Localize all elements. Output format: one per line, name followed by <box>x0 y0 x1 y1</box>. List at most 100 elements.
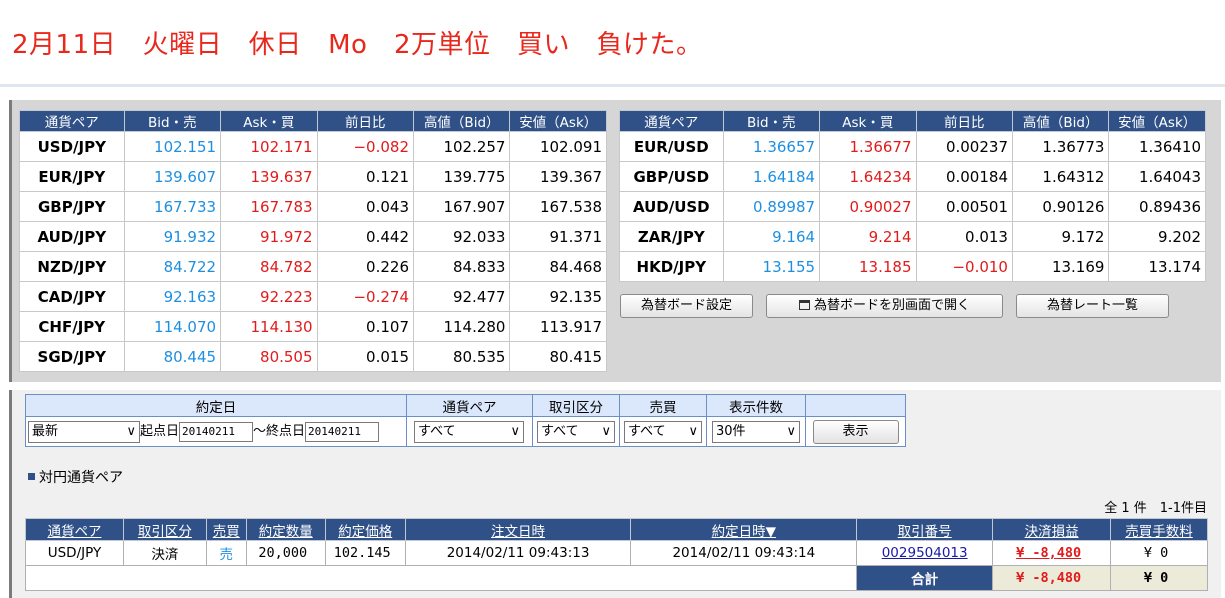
high-rate: 1.36773 <box>1011 131 1110 162</box>
rate-row-eur-usd[interactable]: EUR/USD 1.36657 1.36677 0.00237 1.36773 1.364… <box>619 131 1206 162</box>
low-rate: 13.174 <box>1108 251 1206 282</box>
bid-rate: 92.163 <box>123 281 222 312</box>
end-date-input[interactable]: 20140211 <box>305 421 380 442</box>
rate-row-gbp-usd[interactable]: GBP/USD 1.64184 1.64234 0.00184 1.64312 1.640… <box>619 161 1206 192</box>
rate-row-nzd-jpy[interactable]: NZD/JPY 84.722 84.782 0.226 84.833 84.468 <box>19 251 607 282</box>
high-rate: 84.833 <box>412 251 511 282</box>
rate-row-zar-jpy[interactable]: ZAR/JPY 9.164 9.214 0.013 9.172 9.202 <box>619 221 1206 252</box>
rate-row-aud-usd[interactable]: AUD/USD 0.89987 0.90027 0.00501 0.90126 0.894… <box>619 191 1206 222</box>
high-rate: 114.280 <box>412 311 511 342</box>
sort-by-pair[interactable]: 通貨ペア <box>25 518 124 541</box>
filter-header-count: 表示件数 <box>706 394 806 417</box>
header-high: 高値（Bid） <box>1011 110 1110 132</box>
low-rate: 92.135 <box>509 281 607 312</box>
high-rate: 1.64312 <box>1011 161 1110 192</box>
bid-rate: 139.607 <box>123 161 222 192</box>
day-change: 0.00184 <box>915 161 1013 192</box>
day-change: 0.013 <box>915 221 1013 252</box>
sort-by-exec-time[interactable]: 約定日時▼ <box>630 518 858 541</box>
trade-number-link[interactable]: 0029504013 <box>882 545 968 561</box>
window-icon <box>798 300 810 310</box>
rate-row-aud-jpy[interactable]: AUD/JPY 91.932 91.972 0.442 92.033 91.371 <box>19 221 607 252</box>
currency-pair: CHF/JPY <box>19 311 125 342</box>
sort-by-pnl[interactable]: 決済損益 <box>992 518 1112 541</box>
day-change: 0.226 <box>316 251 415 282</box>
side-filter-cell: すべて ∨ <box>619 416 707 447</box>
high-rate: 0.90126 <box>1011 191 1110 222</box>
filter-header-row: 約定日 通貨ペア 取引区分 売買 表示件数 <box>25 394 906 417</box>
row-order-time: 2014/02/11 09:43:13 <box>404 540 632 566</box>
rate-row-eur-jpy[interactable]: EUR/JPY 139.607 139.637 0.121 139.775 139.367 <box>19 161 607 192</box>
bid-rate: 80.445 <box>123 341 222 372</box>
low-rate: 0.89436 <box>1108 191 1206 222</box>
header-pair: 通貨ペア <box>19 110 125 132</box>
rate-row-cad-jpy[interactable]: CAD/JPY 92.163 92.223 −0.274 92.477 92.135 <box>19 281 607 312</box>
bid-rate: 102.151 <box>123 131 222 162</box>
sort-by-fee[interactable]: 売買手数料 <box>1110 518 1208 541</box>
chevron-down-icon: ∨ <box>510 423 520 439</box>
bid-rate: 91.932 <box>123 221 222 252</box>
results-header-row: 通貨ペア 取引区分 売買 約定数量 約定価格 注文日時 約定日時▼ 取引番号 決… <box>25 518 1208 541</box>
header-pair: 通貨ペア <box>619 110 724 132</box>
low-rate: 80.415 <box>509 341 607 372</box>
high-rate: 92.477 <box>412 281 511 312</box>
show-button-cell: 表示 <box>805 416 906 447</box>
show-button[interactable]: 表示 <box>812 419 899 444</box>
sort-by-order-time[interactable]: 注文日時 <box>404 518 632 541</box>
ask-rate: 102.171 <box>220 131 318 162</box>
bid-rate: 1.64184 <box>722 161 821 192</box>
display-count-select[interactable]: 30件 ∨ <box>712 420 800 443</box>
type-filter-cell: すべて ∨ <box>532 416 620 447</box>
rate-row-gbp-jpy[interactable]: GBP/JPY 167.733 167.783 0.043 167.907 167.538 <box>19 191 607 222</box>
bid-rate: 13.155 <box>722 251 821 282</box>
row-quantity: 20,000 <box>245 540 326 566</box>
ask-rate: 139.637 <box>220 161 318 192</box>
total-spacer <box>24 565 858 591</box>
side-select[interactable]: すべて ∨ <box>624 420 702 443</box>
chevron-down-icon: ∨ <box>688 423 698 439</box>
start-date-input[interactable]: 20140211 <box>179 421 254 442</box>
rate-header-row: 通貨ペア Bid・売 Ask・買 前日比 高値（Bid） 安値（Ask） <box>19 110 607 132</box>
currency-pair: AUD/USD <box>619 191 724 222</box>
day-change: 0.043 <box>316 191 415 222</box>
ask-rate: 167.783 <box>220 191 318 222</box>
board-settings-button[interactable]: 為替ボード設定 <box>620 294 753 318</box>
ask-rate: 1.64234 <box>819 161 917 192</box>
filter-form: 約定日 通貨ペア 取引区分 売買 表示件数 最新 ∨ 起点日 20140211 ～終点日… <box>25 394 906 447</box>
sort-by-quantity[interactable]: 約定数量 <box>245 518 326 541</box>
pair-select[interactable]: すべて ∨ <box>414 420 524 443</box>
rate-row-hkd-jpy[interactable]: HKD/JPY 13.155 13.185 −0.010 13.169 13.174 <box>619 251 1206 282</box>
trade-type-select[interactable]: すべて ∨ <box>537 420 615 443</box>
sort-by-side[interactable]: 売買 <box>205 518 247 541</box>
ask-rate: 1.36677 <box>819 131 917 162</box>
rate-header-row: 通貨ペア Bid・売 Ask・買 前日比 高値（Bid） 安値（Ask） <box>619 110 1206 132</box>
rate-row-chf-jpy[interactable]: CHF/JPY 114.070 114.130 0.107 114.280 113.917 <box>19 311 607 342</box>
row-pnl[interactable]: ¥ -8,480 <box>992 540 1112 566</box>
filter-header-side: 売買 <box>619 394 707 417</box>
date-range-select[interactable]: 最新 ∨ <box>28 420 140 443</box>
chevron-down-icon: ∨ <box>126 423 136 439</box>
sort-by-trade-no[interactable]: 取引番号 <box>856 518 994 541</box>
open-board-window-button[interactable]: 為替ボードを別画面で開く <box>766 294 1003 318</box>
bid-rate: 9.164 <box>722 221 821 252</box>
filter-control-row: 最新 ∨ 起点日 20140211 ～終点日 20140211 すべて ∨ すべて ∨ すべて… <box>25 416 906 447</box>
sort-by-type[interactable]: 取引区分 <box>122 518 207 541</box>
currency-pair: AUD/JPY <box>19 221 125 252</box>
date-filter-cell: 最新 ∨ 起点日 20140211 ～終点日 20140211 <box>25 416 407 447</box>
pair-filter-cell: すべて ∨ <box>406 416 533 447</box>
low-rate: 167.538 <box>509 191 607 222</box>
header-change: 前日比 <box>316 110 415 132</box>
header-low: 安値（Ask） <box>509 110 607 132</box>
sort-by-price[interactable]: 約定価格 <box>324 518 406 541</box>
rate-row-sgd-jpy[interactable]: SGD/JPY 80.445 80.505 0.015 80.535 80.415 <box>19 341 607 372</box>
jpy-rate-table: 通貨ペア Bid・売 Ask・買 前日比 高値（Bid） 安値（Ask） USD… <box>19 110 607 372</box>
ask-rate: 92.223 <box>220 281 318 312</box>
end-date-label: 終点日 <box>266 424 306 440</box>
row-fee: ¥ 0 <box>1110 540 1208 566</box>
header-high: 高値（Bid） <box>412 110 511 132</box>
low-rate: 1.36410 <box>1108 131 1206 162</box>
rate-list-button[interactable]: 為替レート一覧 <box>1016 294 1169 318</box>
rate-row-usd-jpy[interactable]: USD/JPY 102.151 102.171 −0.082 102.257 102.09… <box>19 131 607 162</box>
start-date-label: 起点日 <box>140 424 180 440</box>
table-row: USD/JPY 決済 売 20,000 102.145 2014/02/11 0… <box>25 540 1208 566</box>
